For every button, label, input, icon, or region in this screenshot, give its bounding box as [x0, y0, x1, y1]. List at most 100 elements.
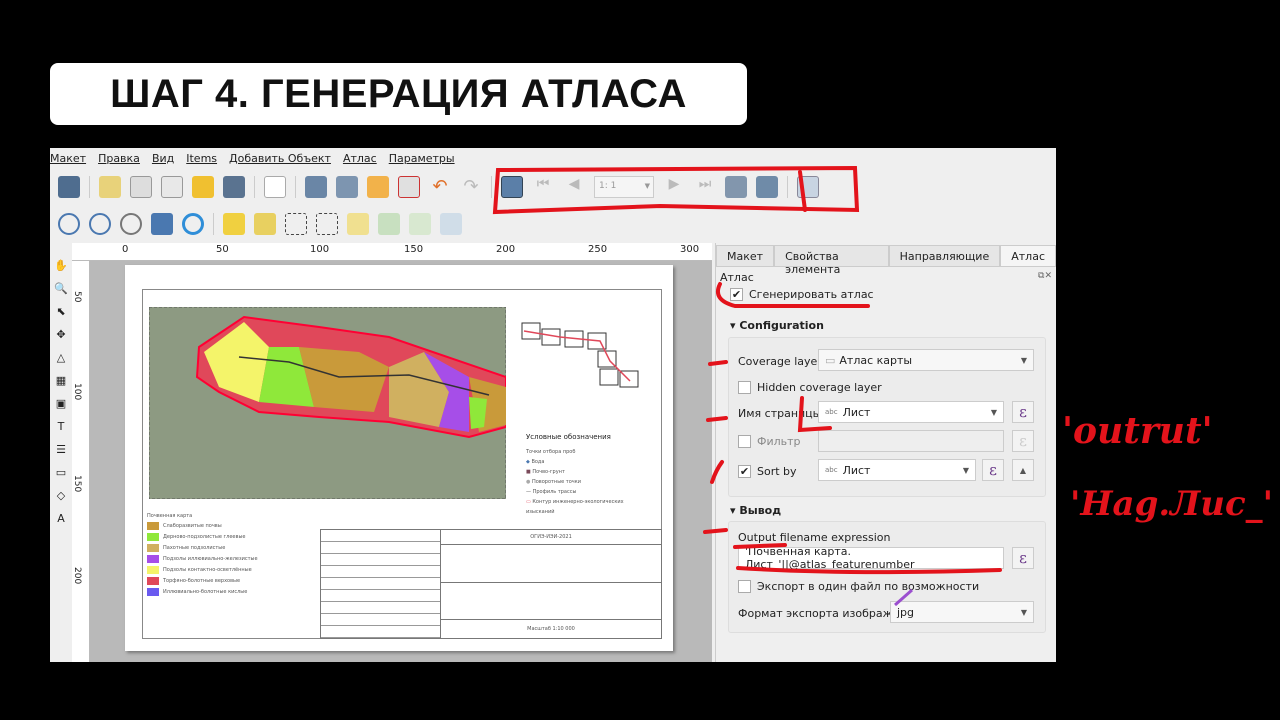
filter-checkbox[interactable]: Фильтр — [738, 435, 801, 448]
single-file-checkbox[interactable]: Экспорт в один файл по возможности — [738, 580, 979, 593]
zoom-in-icon[interactable] — [58, 213, 80, 235]
soil-legend-label: Пахотные подзолистые — [163, 545, 226, 551]
layout-manager-icon[interactable] — [161, 176, 183, 198]
select-icon[interactable]: ⬉ — [56, 305, 65, 318]
menu-edit[interactable]: Правка — [98, 152, 140, 165]
menu-atlas[interactable]: Атлас — [343, 152, 377, 165]
tab-atlas[interactable]: Атлас — [1000, 245, 1056, 266]
add-arrow-icon[interactable]: A — [57, 512, 65, 525]
save-as-template-icon[interactable] — [223, 176, 245, 198]
undo-icon[interactable]: ↶ — [429, 176, 451, 198]
legend-item-label: Контур инженерно-экологических изысканий — [526, 499, 624, 515]
ruler-tick: 100 — [72, 383, 82, 401]
tab-item-properties[interactable]: Свойства элемента — [774, 245, 889, 276]
layout-canvas[interactable]: Условные обозначения Точки отбора проб ◆… — [90, 261, 712, 662]
move-content-icon[interactable]: ✥ — [56, 328, 65, 341]
hidden-coverage-checkbox[interactable]: Hidden coverage layer — [738, 381, 882, 394]
sort-by-value: Лист — [842, 463, 871, 477]
menu-add-item[interactable]: Добавить Объект — [229, 152, 331, 165]
layout-page: Условные обозначения Точки отбора проб ◆… — [125, 265, 673, 651]
save-icon[interactable] — [58, 176, 80, 198]
output-filename-input[interactable]: 'Почвенная карта. Лист_'||@atlas_feature… — [738, 545, 1004, 571]
first-feature-icon[interactable]: ⏮ — [532, 176, 554, 198]
export-svg-icon[interactable] — [367, 176, 389, 198]
sort-by-select[interactable]: abc Лист ▼ — [818, 459, 976, 481]
title-block-grid — [321, 530, 441, 638]
new-layout-icon[interactable] — [99, 176, 121, 198]
add-page-icon[interactable] — [264, 176, 286, 198]
print-atlas-icon[interactable] — [725, 176, 747, 198]
output-expression-button[interactable]: ε — [1012, 547, 1034, 569]
add-label-icon[interactable]: T — [58, 420, 65, 433]
add-legend-icon[interactable]: ☰ — [56, 443, 66, 456]
coverage-layer-select[interactable]: ▭ Атлас карты ▼ — [818, 349, 1034, 371]
align-items-icon[interactable] — [378, 213, 400, 235]
menu-view[interactable]: Вид — [152, 152, 174, 165]
menu-items[interactable]: Items — [186, 152, 217, 165]
zoom-tool-icon[interactable]: 🔍 — [54, 282, 68, 295]
filter-expression-button[interactable]: ε — [1012, 430, 1034, 452]
export-atlas-image-icon[interactable] — [756, 176, 778, 198]
atlas-panel: Макет Свойства элемента Направляющие Атл… — [715, 243, 1056, 662]
output-section-header[interactable]: ▾ Вывод — [730, 504, 781, 517]
chevron-down-icon: ▼ — [1020, 607, 1027, 617]
add-map-icon[interactable]: ▦ — [56, 374, 66, 387]
ruler-tick: 150 — [404, 244, 424, 255]
lock-items-icon[interactable] — [223, 213, 245, 235]
menu-bar: Макет Правка Вид Items Добавить Объект А… — [50, 148, 1056, 168]
map-item[interactable] — [149, 307, 506, 499]
refresh-icon[interactable] — [182, 213, 204, 235]
stamp-code: ОГИЭ-ИЭИ-2021 — [441, 530, 661, 545]
zoom-full-icon[interactable] — [151, 213, 173, 235]
resize-items-icon[interactable] — [440, 213, 462, 235]
tab-guides[interactable]: Направляющие — [888, 245, 1001, 266]
filter-input[interactable] — [818, 430, 1004, 452]
duplicate-layout-icon[interactable] — [130, 176, 152, 198]
ungroup-items-icon[interactable] — [316, 213, 338, 235]
last-feature-icon[interactable]: ⏭ — [694, 176, 716, 198]
add-scalebar-icon[interactable]: ▭ — [56, 466, 66, 479]
tab-layout[interactable]: Макет — [716, 245, 775, 266]
group-items-icon[interactable] — [285, 213, 307, 235]
previous-feature-icon[interactable]: ◀ — [563, 176, 585, 198]
redo-icon[interactable]: ↷ — [460, 176, 482, 198]
print-icon[interactable] — [305, 176, 327, 198]
add-shape-icon[interactable]: ◇ — [57, 489, 65, 502]
sort-by-label: Sort by — [757, 465, 797, 478]
panel-float-close-icons[interactable]: ⧉✕ — [1038, 271, 1052, 281]
page-name-select[interactable]: abc Лист ▼ — [818, 401, 1004, 423]
raise-items-icon[interactable] — [347, 213, 369, 235]
sort-by-checkbox[interactable]: ✔ Sort by — [738, 465, 797, 478]
page-name-expression-button[interactable]: ε — [1012, 401, 1034, 423]
sort-expression-button[interactable]: ε — [982, 459, 1004, 481]
next-feature-icon[interactable]: ▶ — [663, 176, 685, 198]
chevron-down-icon: ▼ — [644, 182, 650, 190]
add-picture-icon[interactable]: ▣ — [56, 397, 66, 410]
menu-layout[interactable]: Макет — [50, 152, 86, 165]
ruler-tick: 250 — [588, 244, 608, 255]
legend-item: — Профиль трассы — [526, 489, 577, 495]
menu-settings[interactable]: Параметры — [389, 152, 455, 165]
export-format-select[interactable]: jpg ▼ — [890, 601, 1034, 623]
distribute-items-icon[interactable] — [409, 213, 431, 235]
atlas-preview-icon[interactable] — [501, 176, 523, 198]
edit-nodes-icon[interactable]: △ — [57, 351, 65, 364]
export-pdf-icon[interactable] — [398, 176, 420, 198]
soil-swatch — [147, 566, 159, 574]
separator — [295, 176, 296, 198]
generate-atlas-checkbox[interactable]: ✔ Сгенерировать атлас — [730, 288, 874, 301]
open-folder-icon[interactable] — [192, 176, 214, 198]
sort-ascending-button[interactable]: ▲ — [1012, 459, 1034, 481]
export-image-icon[interactable] — [336, 176, 358, 198]
zoom-actual-icon[interactable] — [120, 213, 142, 235]
legend-item: ● Поворотные точки — [526, 479, 582, 485]
legend-item: Точки отбора проб — [526, 449, 576, 455]
unlock-items-icon[interactable] — [254, 213, 276, 235]
zoom-out-icon[interactable] — [89, 213, 111, 235]
handwritten-annotation: 'outrut' — [1062, 410, 1213, 452]
panel-tabs: Макет Свойства элемента Направляющие Атл… — [716, 245, 1056, 276]
configuration-section-header[interactable]: ▾ Configuration — [730, 319, 824, 332]
atlas-page-select[interactable]: 1: 1 ▼ — [594, 176, 654, 198]
atlas-settings-icon[interactable] — [797, 176, 819, 198]
pan-icon[interactable]: ✋ — [54, 259, 68, 272]
